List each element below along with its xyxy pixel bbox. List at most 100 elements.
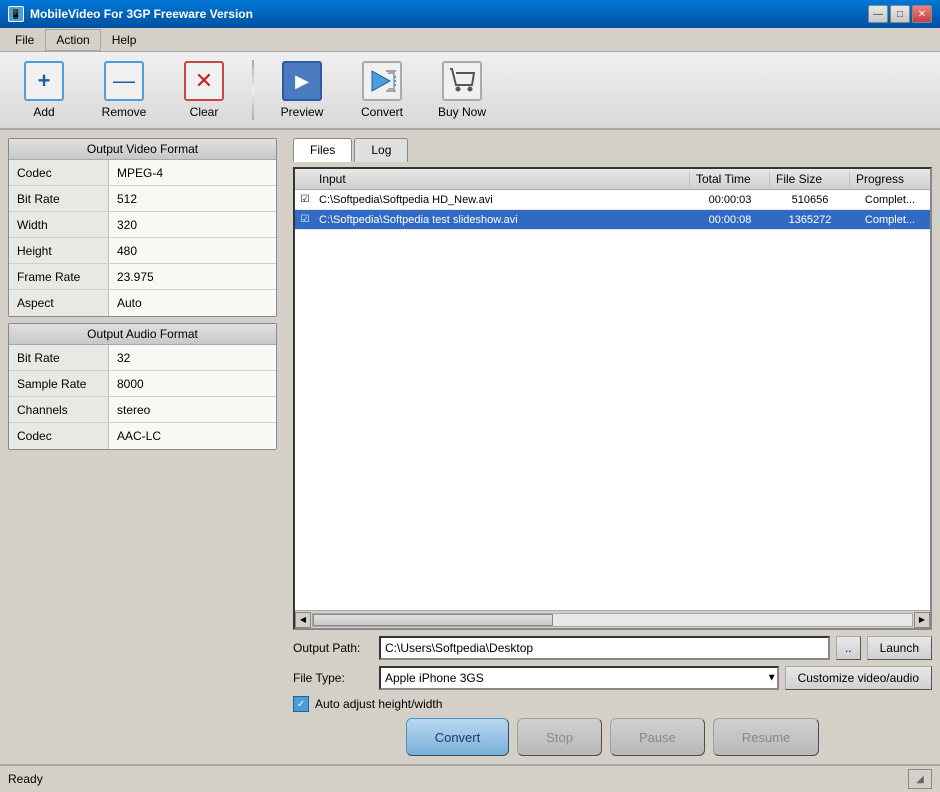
convert-toolbar-icon bbox=[362, 61, 402, 101]
audio-samplerate-label: Sample Rate bbox=[9, 371, 109, 396]
remove-icon: — bbox=[104, 61, 144, 101]
auto-adjust-row: ✓ Auto adjust height/width bbox=[293, 696, 932, 712]
row-time-1: 00:00:03 bbox=[690, 194, 770, 206]
preview-icon: ▶ bbox=[282, 61, 322, 101]
buynow-button[interactable]: Buy Now bbox=[426, 55, 498, 125]
row-progress-1: Complet... bbox=[850, 194, 930, 206]
video-codec-row: Codec MPEG-4 bbox=[9, 160, 276, 186]
video-codec-label: Codec bbox=[9, 160, 109, 185]
horizontal-scrollbar[interactable]: ◀ ▶ bbox=[295, 610, 930, 628]
scroll-right-arrow[interactable]: ▶ bbox=[914, 612, 930, 628]
resume-button[interactable]: Resume bbox=[713, 718, 819, 756]
row-checkbox-2[interactable]: ☑ bbox=[295, 214, 315, 225]
pause-button[interactable]: Pause bbox=[610, 718, 705, 756]
buynow-label: Buy Now bbox=[438, 105, 486, 119]
col-header-totaltime: Total Time bbox=[690, 172, 770, 186]
video-format-header: Output Video Format bbox=[9, 139, 276, 160]
row-checkbox-1[interactable]: ☑ bbox=[295, 194, 315, 205]
preview-button[interactable]: ▶ Preview bbox=[266, 55, 338, 125]
table-row[interactable]: ☑ C:\Softpedia\Softpedia HD_New.avi 00:0… bbox=[295, 190, 930, 210]
video-format-group: Output Video Format Codec MPEG-4 Bit Rat… bbox=[8, 138, 277, 317]
app-icon: 📱 bbox=[8, 6, 24, 22]
maximize-button[interactable]: □ bbox=[890, 5, 910, 23]
convert-toolbar-label: Convert bbox=[361, 105, 403, 119]
video-bitrate-row: Bit Rate 512 bbox=[9, 186, 276, 212]
scroll-track[interactable] bbox=[312, 613, 913, 627]
audio-format-header: Output Audio Format bbox=[9, 324, 276, 345]
clear-label: Clear bbox=[190, 105, 219, 119]
add-button[interactable]: + Add bbox=[8, 55, 80, 125]
remove-button[interactable]: — Remove bbox=[88, 55, 160, 125]
browse-button[interactable]: .. bbox=[836, 636, 861, 660]
video-framerate-row: Frame Rate 23.975 bbox=[9, 264, 276, 290]
output-path-input[interactable] bbox=[379, 636, 830, 660]
stop-button[interactable]: Stop bbox=[517, 718, 602, 756]
video-width-value: 320 bbox=[109, 212, 276, 237]
audio-channels-row: Channels stereo bbox=[9, 397, 276, 423]
minimize-button[interactable]: — bbox=[868, 5, 888, 23]
video-codec-value: MPEG-4 bbox=[109, 160, 276, 185]
video-bitrate-value: 512 bbox=[109, 186, 276, 211]
row-input-1: C:\Softpedia\Softpedia HD_New.avi bbox=[315, 194, 690, 206]
audio-format-group: Output Audio Format Bit Rate 32 Sample R… bbox=[8, 323, 277, 450]
file-list-body[interactable]: ☑ C:\Softpedia\Softpedia HD_New.avi 00:0… bbox=[295, 190, 930, 610]
remove-label: Remove bbox=[102, 105, 147, 119]
menu-file[interactable]: File bbox=[4, 29, 45, 51]
convert-toolbar-button[interactable]: Convert bbox=[346, 55, 418, 125]
audio-samplerate-value: 8000 bbox=[109, 371, 276, 396]
file-list-header: Input Total Time File Size Progress bbox=[295, 169, 930, 190]
file-type-row: File Type: Apple iPhone 3GS 3GP MP4 AVI … bbox=[293, 666, 932, 690]
row-time-2: 00:00:08 bbox=[690, 214, 770, 226]
video-aspect-label: Aspect bbox=[9, 290, 109, 316]
buynow-icon bbox=[442, 61, 482, 101]
audio-samplerate-row: Sample Rate 8000 bbox=[9, 371, 276, 397]
close-button[interactable]: ✕ bbox=[912, 5, 932, 23]
action-buttons: Convert Stop Pause Resume bbox=[293, 718, 932, 756]
tabs: Files Log bbox=[293, 138, 932, 162]
row-size-2: 1365272 bbox=[770, 214, 850, 226]
col-header-input: Input bbox=[295, 172, 690, 186]
auto-adjust-checkbox[interactable]: ✓ bbox=[293, 696, 309, 712]
title-bar: 📱 MobileVideo For 3GP Freeware Version —… bbox=[0, 0, 940, 28]
left-panel: Output Video Format Codec MPEG-4 Bit Rat… bbox=[0, 130, 285, 764]
status-bar: Ready ◢ bbox=[0, 764, 940, 792]
audio-bitrate-value: 32 bbox=[109, 345, 276, 370]
video-width-row: Width 320 bbox=[9, 212, 276, 238]
auto-adjust-label: Auto adjust height/width bbox=[315, 697, 442, 711]
video-height-row: Height 480 bbox=[9, 238, 276, 264]
title-bar-left: 📱 MobileVideo For 3GP Freeware Version bbox=[8, 6, 253, 22]
customize-button[interactable]: Customize video/audio bbox=[785, 666, 932, 690]
row-progress-2: Complet... bbox=[850, 214, 930, 226]
clear-button[interactable]: ✕ Clear bbox=[168, 55, 240, 125]
col-header-filesize: File Size bbox=[770, 172, 850, 186]
scroll-thumb[interactable] bbox=[313, 614, 553, 626]
add-label: Add bbox=[33, 105, 54, 119]
video-height-label: Height bbox=[9, 238, 109, 263]
audio-channels-label: Channels bbox=[9, 397, 109, 422]
clear-icon: ✕ bbox=[184, 61, 224, 101]
right-panel: Files Log Input Total Time File Size Pro… bbox=[285, 130, 940, 764]
tab-log[interactable]: Log bbox=[354, 138, 408, 162]
title-bar-controls: — □ ✕ bbox=[868, 5, 932, 23]
row-input-2: C:\Softpedia\Softpedia test slideshow.av… bbox=[315, 214, 690, 226]
scroll-left-arrow[interactable]: ◀ bbox=[295, 612, 311, 628]
table-row[interactable]: ☑ C:\Softpedia\Softpedia test slideshow.… bbox=[295, 210, 930, 230]
main-content: Output Video Format Codec MPEG-4 Bit Rat… bbox=[0, 130, 940, 764]
convert-button[interactable]: Convert bbox=[406, 718, 510, 756]
tab-files[interactable]: Files bbox=[293, 138, 352, 162]
audio-channels-value: stereo bbox=[109, 397, 276, 422]
launch-button[interactable]: Launch bbox=[867, 636, 932, 660]
preview-label: Preview bbox=[281, 105, 324, 119]
toolbar-separator bbox=[252, 60, 254, 120]
video-width-label: Width bbox=[9, 212, 109, 237]
file-type-select[interactable]: Apple iPhone 3GS 3GP MP4 AVI bbox=[379, 666, 779, 690]
window-title: MobileVideo For 3GP Freeware Version bbox=[30, 7, 253, 21]
output-path-label: Output Path: bbox=[293, 641, 373, 655]
menu-help[interactable]: Help bbox=[101, 29, 148, 51]
video-aspect-value: Auto bbox=[109, 290, 276, 316]
add-icon: + bbox=[24, 61, 64, 101]
status-text: Ready bbox=[8, 772, 908, 786]
row-size-1: 510656 bbox=[770, 194, 850, 206]
menu-bar: File Action Help bbox=[0, 28, 940, 52]
menu-action[interactable]: Action bbox=[45, 29, 100, 51]
